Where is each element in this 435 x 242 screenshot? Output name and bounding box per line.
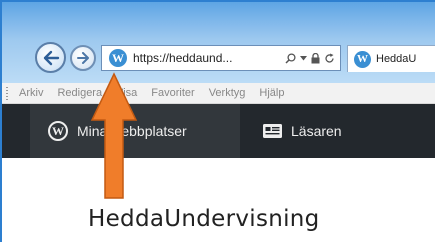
menu-bar: Arkiv Redigera Visa Favoriter Verktyg Hj…	[0, 83, 435, 104]
menu-item-verktyg[interactable]: Verktyg	[201, 87, 252, 99]
address-bar[interactable]: W https://heddaund...	[101, 45, 341, 71]
back-button[interactable]	[35, 42, 66, 73]
address-url[interactable]: https://heddaund...	[133, 51, 232, 65]
browser-tab[interactable]: W HeddaU	[347, 45, 435, 72]
menu-grip	[6, 86, 8, 100]
up-arrow-icon	[90, 72, 138, 199]
wordpress-icon: W	[109, 49, 127, 67]
tab-title: HeddaU	[376, 53, 417, 65]
lock-icon[interactable]	[311, 52, 320, 64]
forward-button[interactable]	[70, 45, 96, 71]
dropdown-icon[interactable]	[300, 55, 307, 61]
menu-item-favoriter[interactable]: Favoriter	[143, 87, 200, 99]
menu-item-arkiv[interactable]: Arkiv	[11, 87, 49, 99]
back-arrow-icon	[43, 50, 59, 65]
forward-arrow-icon	[77, 52, 89, 64]
wordpress-icon: W	[354, 50, 371, 68]
reader-label: Läsaren	[291, 123, 342, 139]
reader-button[interactable]: Läsaren	[250, 104, 342, 158]
menu-item-hjalp[interactable]: Hjälp	[251, 87, 290, 99]
search-icon[interactable]	[285, 52, 296, 64]
refresh-icon[interactable]	[324, 53, 335, 64]
site-title: HeddaUndervisning	[88, 206, 320, 232]
wordpress-logo-icon: W	[48, 121, 68, 141]
wp-admin-bar: W Mina webbplatser Läsaren	[0, 104, 435, 158]
reader-icon	[263, 124, 282, 138]
browser-chrome: W https://heddaund... W HeddaU	[0, 0, 435, 83]
